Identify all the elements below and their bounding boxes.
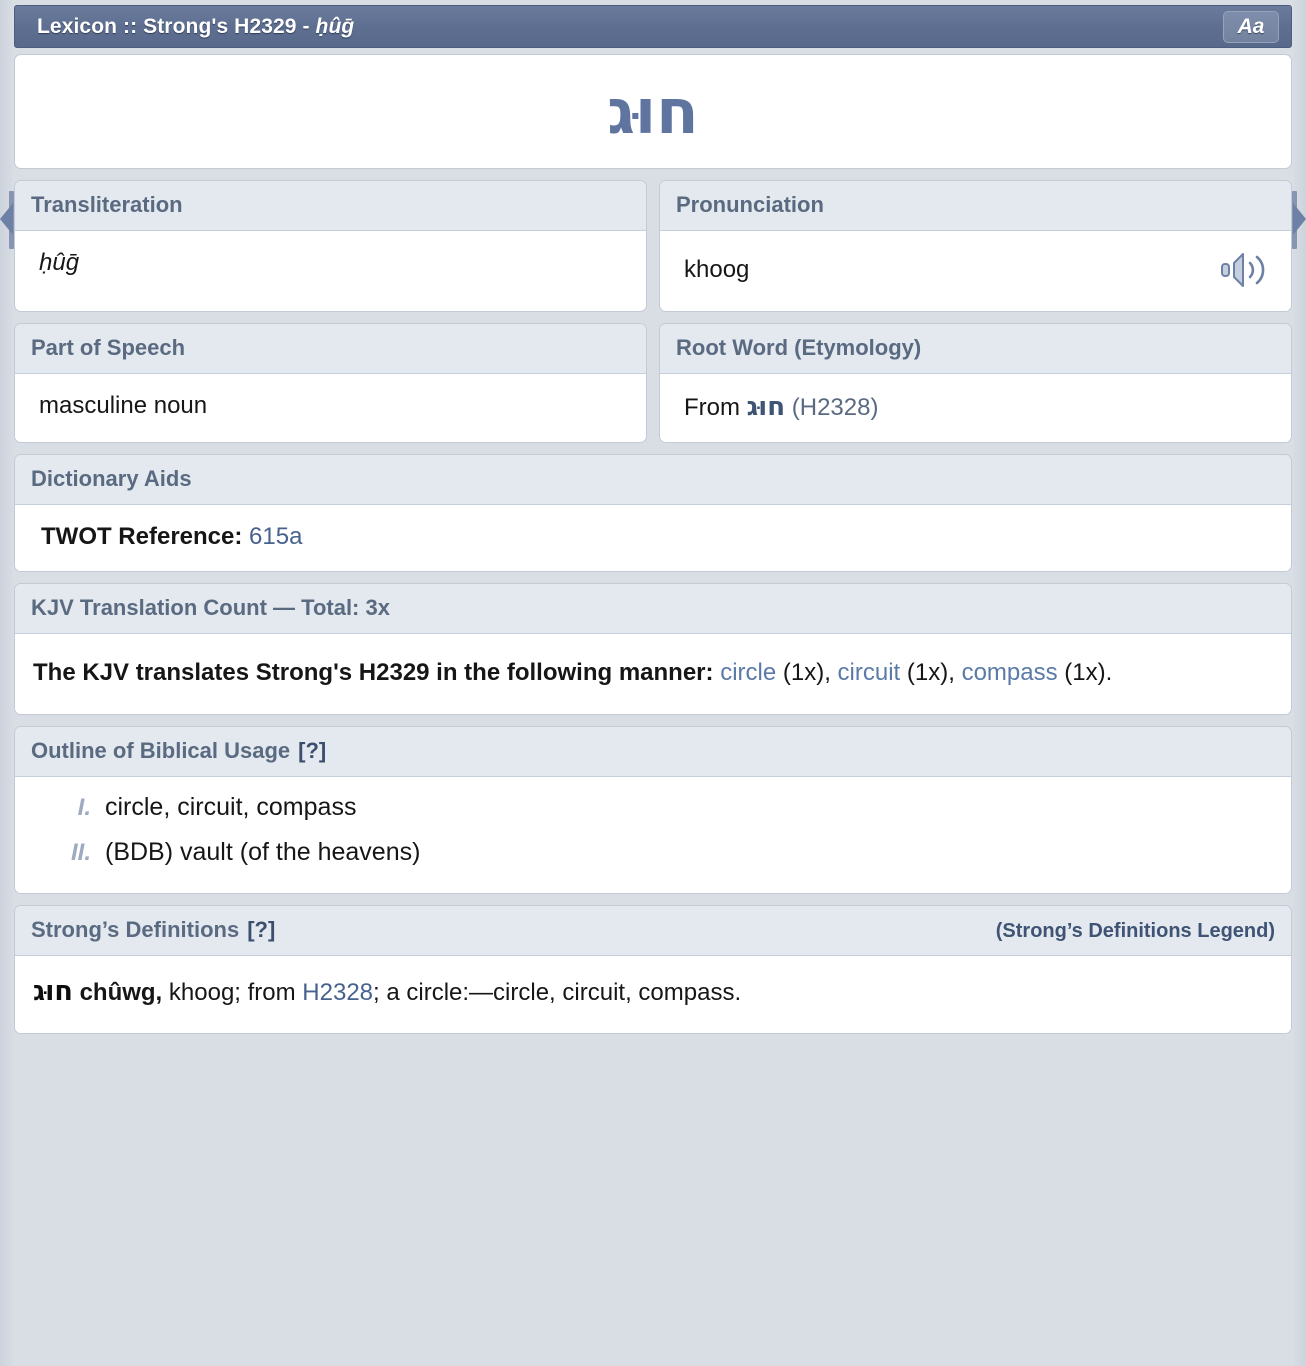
pronunciation-body: khoog — [660, 231, 1291, 311]
strongs-definition-translit: chûwg, — [79, 978, 163, 1006]
arrow-left-icon — [0, 203, 13, 235]
outline-header: Outline of Biblical Usage [?] — [15, 726, 1291, 777]
part-of-speech-panel: Part of Speech masculine noun — [14, 323, 647, 443]
outline-list-item: II. (BDB) vault (of the heavens) — [33, 838, 1273, 867]
page-title-italic: ḥûḡ — [315, 14, 355, 38]
strongs-definitions-header: Strong’s Definitions [?] (Strong’s Defin… — [15, 905, 1291, 956]
pos-root-row: Part of Speech masculine noun Root Word … — [14, 323, 1292, 443]
transliteration-value: ḥûḡ — [39, 249, 80, 276]
outline-header-label: Outline of Biblical Usage — [31, 737, 291, 763]
pronunciation-header-label: Pronunciation — [676, 192, 824, 217]
dictionary-aids-body: TWOT Reference: 615a — [15, 505, 1291, 571]
pronunciation-row: khoog — [678, 249, 1273, 291]
outline-item-text: (BDB) vault (of the heavens) — [105, 837, 421, 866]
root-word-header: Root Word (Etymology) — [660, 324, 1291, 374]
part-of-speech-body: masculine noun — [15, 374, 646, 440]
transliteration-header: Transliteration — [15, 181, 646, 231]
transliteration-panel: Transliteration ḥûḡ — [14, 180, 647, 312]
outline-of-biblical-usage-panel: Outline of Biblical Usage [?] I. circle,… — [14, 725, 1292, 894]
page-title-plain: Lexicon :: Strong's H2329 - — [37, 14, 316, 38]
strongs-definitions-header-label: Strong’s Definitions — [31, 916, 240, 942]
kjv-word-link-2[interactable]: compass — [962, 659, 1058, 686]
root-word-body: From חוּג (H2328) — [660, 374, 1291, 442]
font-size-button[interactable]: Aa — [1223, 10, 1279, 43]
pronunciation-header: Pronunciation — [660, 181, 1291, 231]
kjv-translation-count-header-label: KJV Translation Count — Total: 3x — [31, 595, 390, 620]
translit-pron-row: Transliteration ḥûḡ Pronunciation khoog — [14, 180, 1292, 312]
outline-list-item: I. circle, circuit, compass — [33, 793, 1273, 822]
arrow-right-icon — [1293, 203, 1306, 235]
part-of-speech-header: Part of Speech — [15, 324, 646, 374]
dictionary-aids-panel: Dictionary Aids TWOT Reference: 615a — [14, 454, 1292, 572]
strongs-definitions-panel: Strong’s Definitions [?] (Strong’s Defin… — [14, 904, 1292, 1034]
strongs-definition-root-link[interactable]: H2328 — [302, 979, 373, 1006]
lexicon-app: Lexicon :: Strong's H2329 - ḥûḡ Aa חוּג … — [0, 0, 1306, 1366]
outline-help-link[interactable]: [?] — [298, 738, 326, 764]
root-word-prefix: From — [684, 394, 747, 421]
lexicon-content: חוּג Transliteration ḥûḡ Pronunciation k… — [14, 54, 1292, 1045]
outline-item-number: I. — [77, 793, 91, 821]
kjv-translation-count-panel: KJV Translation Count — Total: 3x The KJ… — [14, 583, 1292, 715]
kjv-word-count-2: (1x). — [1064, 659, 1113, 686]
prev-entry-arrow[interactable] — [0, 183, 14, 255]
dictionary-aids-header-label: Dictionary Aids — [31, 466, 192, 491]
kjv-word-link-1[interactable]: circuit — [838, 659, 901, 686]
outline-body: I. circle, circuit, compass II. (BDB) va… — [15, 776, 1291, 893]
kjv-word-count-1: (1x), — [906, 659, 955, 686]
part-of-speech-value: masculine noun — [39, 392, 208, 419]
pronunciation-value: khoog — [684, 256, 750, 283]
strongs-definition-pronunciation: khoog; from — [162, 978, 303, 1006]
strongs-definition-text: ; a circle:—circle, circuit, compass. — [373, 978, 742, 1006]
strongs-definitions-help-link[interactable]: [?] — [247, 917, 275, 943]
kjv-word-count-0: (1x), — [782, 659, 831, 686]
pronunciation-panel: Pronunciation khoog — [659, 180, 1292, 312]
strongs-definition-hebrew: חוּג — [33, 975, 73, 1007]
kjv-lead-text: The KJV translates Strong's H2329 in the… — [33, 659, 714, 686]
dictionary-aids-header: Dictionary Aids — [15, 455, 1291, 505]
outline-item-number: II. — [70, 838, 91, 866]
page-title: Lexicon :: Strong's H2329 - ḥûḡ — [37, 15, 354, 39]
strongs-definitions-body: חוּג chûwg, khoog; from H2328; a circle:… — [15, 955, 1291, 1033]
root-word-panel: Root Word (Etymology) From חוּג (H2328) — [659, 323, 1292, 443]
part-of-speech-header-label: Part of Speech — [31, 335, 186, 360]
twot-reference-value[interactable]: 615a — [249, 523, 302, 550]
kjv-word-link-0[interactable]: circle — [720, 659, 776, 686]
kjv-translation-count-body: The KJV translates Strong's H2329 in the… — [15, 634, 1291, 714]
speaker-icon[interactable] — [1219, 249, 1273, 291]
strongs-definitions-legend-link[interactable]: (Strong’s Definitions Legend) — [996, 920, 1275, 943]
twot-reference-label: TWOT Reference: — [41, 523, 243, 550]
next-entry-arrow[interactable] — [1292, 183, 1306, 255]
window-titlebar: Lexicon :: Strong's H2329 - ḥûḡ Aa — [14, 5, 1292, 48]
root-word-hebrew[interactable]: חוּג — [747, 392, 785, 422]
hebrew-word-panel: חוּג — [14, 54, 1292, 169]
twot-reference-row: TWOT Reference: 615a — [33, 523, 1273, 551]
hebrew-headword: חוּג — [607, 74, 699, 148]
root-word-reference[interactable]: (H2328) — [792, 394, 879, 421]
outline-item-text: circle, circuit, compass — [105, 792, 357, 821]
root-word-header-label: Root Word (Etymology) — [676, 335, 922, 360]
kjv-translation-count-header: KJV Translation Count — Total: 3x — [15, 584, 1291, 634]
transliteration-header-label: Transliteration — [31, 192, 183, 217]
transliteration-body: ḥûḡ — [15, 231, 646, 297]
root-word-value: From חוּג (H2328) — [678, 392, 1273, 422]
